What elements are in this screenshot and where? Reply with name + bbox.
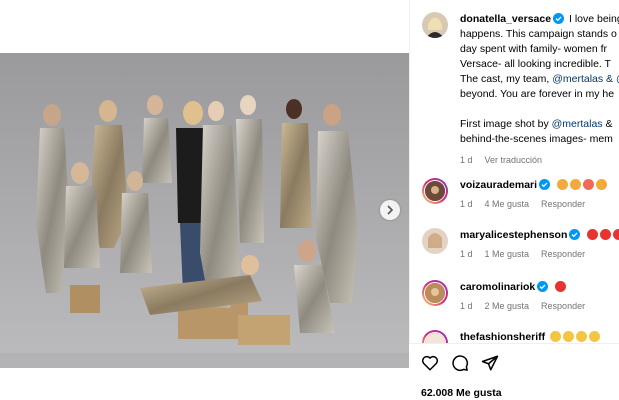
emoji-icon bbox=[582, 179, 594, 190]
verified-badge-icon bbox=[569, 229, 581, 240]
comment-username[interactable]: caromolinariok bbox=[460, 281, 535, 293]
comment-username[interactable]: thefashionsheriff bbox=[460, 331, 545, 343]
post-caption: donatella_versace I love being happens. … bbox=[422, 12, 619, 168]
caption-line: I love being bbox=[568, 13, 619, 25]
reply-button[interactable]: Responder bbox=[541, 301, 585, 311]
author-username[interactable]: donatella_versace bbox=[460, 13, 551, 25]
emoji-icon bbox=[550, 331, 562, 342]
comment-likes[interactable]: 1 Me gusta bbox=[485, 249, 530, 259]
caption-line: behind-the-scenes images- mem bbox=[460, 133, 613, 145]
chevron-right-icon bbox=[387, 205, 394, 215]
emoji-icon bbox=[576, 331, 588, 342]
caption-line: happens. This campaign stands o bbox=[460, 28, 617, 40]
verified-badge-icon bbox=[537, 281, 549, 292]
verified-badge-icon bbox=[553, 13, 565, 24]
comment-icon[interactable] bbox=[451, 354, 469, 372]
comment-time: 1 d bbox=[460, 301, 473, 311]
comment-likes[interactable]: 4 Me gusta bbox=[485, 199, 530, 209]
comment-time: 1 d bbox=[460, 199, 473, 209]
likes-count[interactable]: 62.008 Me gusta bbox=[421, 387, 502, 399]
verified-badge-icon bbox=[539, 179, 551, 190]
author-avatar[interactable] bbox=[422, 12, 448, 38]
comment-username[interactable]: maryalicestephenson bbox=[460, 229, 567, 241]
comment-avatar[interactable] bbox=[422, 178, 448, 204]
caption-line: & bbox=[602, 118, 613, 130]
caption-line: First image shot by bbox=[460, 118, 552, 130]
translate-link[interactable]: Ver traducción bbox=[485, 155, 543, 165]
next-image-button[interactable] bbox=[380, 200, 400, 220]
emoji-icon bbox=[613, 229, 619, 240]
emoji-icon bbox=[600, 229, 612, 240]
mention-link[interactable]: @mertalas bbox=[552, 118, 603, 130]
post-action-bar: 62.008 Me gusta bbox=[409, 343, 619, 400]
caption-line: day spent with family- women fr bbox=[460, 43, 608, 55]
emoji-icon bbox=[555, 281, 567, 292]
post-details-panel: donatella_versace I love being happens. … bbox=[409, 0, 619, 400]
comment-username[interactable]: voizaurademari bbox=[460, 179, 537, 191]
post-time: 1 d bbox=[460, 155, 473, 165]
caption-line: Versace- all looking incredible. T bbox=[460, 58, 611, 70]
emoji-icon bbox=[587, 229, 599, 240]
emoji-icon bbox=[556, 179, 568, 190]
emoji-icon bbox=[563, 331, 575, 342]
comment-avatar[interactable] bbox=[422, 280, 448, 306]
heart-icon[interactable] bbox=[421, 354, 439, 372]
share-icon[interactable] bbox=[481, 354, 499, 372]
comment-avatar[interactable] bbox=[422, 228, 448, 254]
comment-item: caromolinariok 1 d 2 Me gusta Responder bbox=[422, 280, 619, 311]
comment-item: voizaurademari 1 d 4 Me gusta Responder bbox=[422, 178, 619, 209]
post-image[interactable] bbox=[0, 53, 409, 368]
mention-link[interactable]: @mertalas bbox=[552, 73, 603, 85]
comment-time: 1 d bbox=[460, 249, 473, 259]
reply-button[interactable]: Responder bbox=[541, 199, 585, 209]
comment-item: maryalicestephenson 1 d 1 Me gusta Respond… bbox=[422, 228, 619, 259]
emoji-icon bbox=[569, 179, 581, 190]
reply-button[interactable]: Responder bbox=[541, 249, 585, 259]
caption-line: beyond. You are forever in my he bbox=[460, 88, 615, 100]
mention-link[interactable]: & @ bbox=[603, 73, 619, 85]
emoji-icon bbox=[589, 331, 601, 342]
caption-line: The cast, my team, bbox=[460, 73, 553, 85]
comment-likes[interactable]: 2 Me gusta bbox=[485, 301, 530, 311]
emoji-icon bbox=[595, 179, 607, 190]
